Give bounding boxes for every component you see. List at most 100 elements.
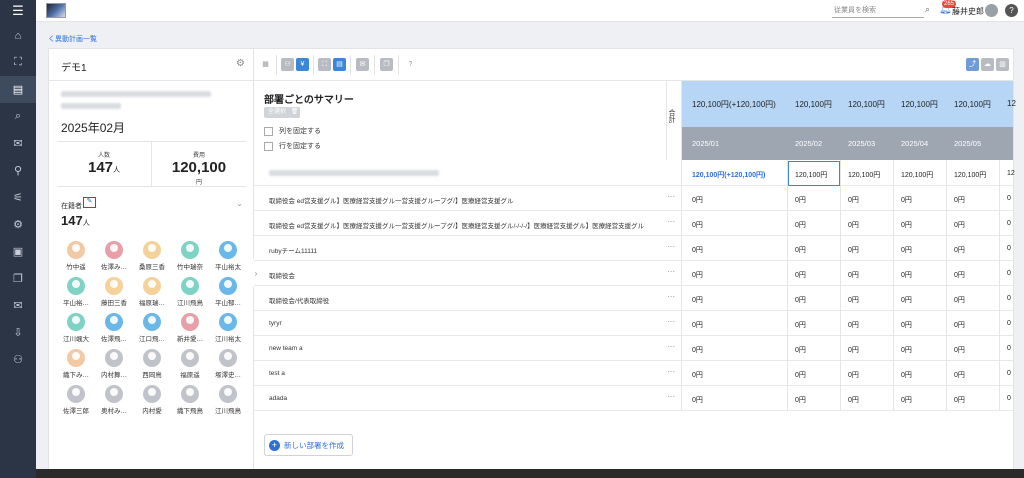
- cost-cell[interactable]: 0円: [692, 395, 703, 405]
- department-row[interactable]: 取締役会 ed営支援グル】医療経営支援グル一営支援グループグ/】医療経営支援グル…: [254, 211, 1013, 236]
- cost-cell[interactable]: 120,100円: [848, 170, 880, 180]
- person-card[interactable]: 江川颯大: [57, 313, 95, 343]
- cost-cell[interactable]: 0円: [795, 245, 806, 255]
- menu-icon[interactable]: ☰: [0, 0, 36, 22]
- cost-cell[interactable]: 0円: [954, 220, 965, 230]
- help-icon[interactable]: ?: [1005, 4, 1018, 17]
- cost-cell[interactable]: 0円: [795, 295, 806, 305]
- person-card[interactable]: 内村舞…: [95, 349, 133, 379]
- more-icon[interactable]: ⋯: [667, 317, 675, 326]
- select-all-button[interactable]: 全選択: [264, 107, 291, 118]
- book-icon[interactable]: ❐: [0, 265, 36, 292]
- person-card[interactable]: 藤田三香: [95, 277, 133, 307]
- yen-icon[interactable]: ¥: [296, 58, 309, 71]
- cost-cell[interactable]: 0円: [901, 295, 912, 305]
- cost-cell[interactable]: 0円: [901, 395, 912, 405]
- table-view-icon[interactable]: ▤: [333, 58, 346, 71]
- chart-icon[interactable]: ▥: [996, 58, 1009, 71]
- cost-cell[interactable]: 0: [1007, 345, 1011, 352]
- more-icon[interactable]: ⋯: [667, 392, 675, 401]
- cost-cell[interactable]: 0円: [901, 270, 912, 280]
- cost-cell[interactable]: 0円: [795, 345, 806, 355]
- person-card[interactable]: 福原遥: [171, 349, 209, 379]
- cost-cell[interactable]: 0円: [795, 270, 806, 280]
- person-card[interactable]: 佐澤三郎: [57, 385, 95, 415]
- fix-rows-checkbox[interactable]: 行を固定する: [264, 140, 321, 152]
- cost-cell[interactable]: 0: [1007, 195, 1011, 202]
- cost-cell[interactable]: 0円: [954, 395, 965, 405]
- cost-cell[interactable]: 0円: [795, 320, 806, 330]
- checkbox[interactable]: [264, 126, 273, 136]
- person-card[interactable]: 内村愛: [133, 385, 171, 415]
- person-card[interactable]: 江川裕太: [209, 313, 247, 343]
- department-row[interactable]: new team a ⋯ 0円 0円 0円 0円 0円 0: [254, 336, 1013, 361]
- user-avatar[interactable]: [985, 4, 998, 17]
- person-card[interactable]: 佐澤飛…: [95, 313, 133, 343]
- cost-cell[interactable]: 0円: [901, 320, 912, 330]
- person-card[interactable]: 奥村み…: [95, 385, 133, 415]
- cost-cell[interactable]: 0円: [901, 220, 912, 230]
- cost-cell[interactable]: 0円: [692, 270, 703, 280]
- cost-cell[interactable]: 0円: [901, 345, 912, 355]
- settings-icon[interactable]: ⚙: [0, 211, 36, 238]
- more-icon[interactable]: ⋯: [667, 367, 675, 376]
- edit-icon[interactable]: ✎: [83, 197, 96, 208]
- more-icon[interactable]: ⋯: [667, 267, 675, 276]
- cost-cell[interactable]: 0円: [848, 320, 859, 330]
- department-row[interactable]: tyryr ⋯ 0円 0円 0円 0円 0円 0: [254, 311, 1013, 336]
- department-row[interactable]: 120,100円(+120,100円) 120,100円 120,100円 120,1…: [254, 161, 1015, 186]
- calendar-icon[interactable]: ▦: [259, 58, 272, 71]
- chat-icon[interactable]: ✉: [0, 130, 36, 157]
- cost-cell[interactable]: 0: [1007, 295, 1011, 302]
- person-card[interactable]: 新井愛…: [171, 313, 209, 343]
- cost-cell[interactable]: 0: [1007, 395, 1011, 402]
- department-row[interactable]: 取締役会/代表取締役 ⋯ 0円 0円 0円 0円 0円 0: [254, 286, 1013, 311]
- cost-cell[interactable]: 0円: [848, 220, 859, 230]
- mail-icon[interactable]: ✉: [0, 292, 36, 319]
- person-card[interactable]: 塚澤史…: [209, 349, 247, 379]
- cost-cell[interactable]: 0円: [692, 370, 703, 380]
- person-card[interactable]: 桑原三香: [133, 241, 171, 271]
- more-icon[interactable]: ⋯: [667, 342, 675, 351]
- search-icon[interactable]: ⌕: [0, 103, 36, 130]
- person-card[interactable]: 平山郁…: [209, 277, 247, 307]
- copy-icon[interactable]: ❐: [380, 58, 393, 71]
- id-card-icon[interactable]: ▣: [0, 238, 36, 265]
- department-row[interactable]: test a ⋯ 0円 0円 0円 0円 0円 0: [254, 361, 1013, 386]
- cost-cell[interactable]: 0: [1007, 320, 1011, 327]
- cost-cell[interactable]: 0円: [901, 245, 912, 255]
- cost-cell[interactable]: 0円: [795, 195, 806, 205]
- analytics-icon[interactable]: ⚟: [0, 184, 36, 211]
- home-icon[interactable]: ⌂: [0, 22, 36, 49]
- more-icon[interactable]: ⋯: [667, 217, 675, 226]
- selected-cell[interactable]: [788, 161, 840, 186]
- chevron-down-icon[interactable]: ⌄: [236, 199, 243, 208]
- cost-cell[interactable]: 0円: [954, 295, 965, 305]
- cloud-icon[interactable]: ☁: [981, 58, 994, 71]
- create-department-button[interactable]: + 新しい部署を作成: [264, 434, 353, 456]
- share-icon[interactable]: ⤴: [966, 58, 979, 71]
- department-row[interactable]: adada ⋯ 0円 0円 0円 0円 0円 0: [254, 386, 1013, 411]
- person-card[interactable]: 江川飛鳥: [171, 277, 209, 307]
- department-row[interactable]: 取締役会 ⋯ 0円 0円 0円 0円 0円 0: [254, 261, 1013, 286]
- person-card[interactable]: 江川飛鳥: [209, 385, 247, 415]
- cost-cell[interactable]: 0: [1007, 220, 1011, 227]
- cost-cell[interactable]: 0円: [901, 195, 912, 205]
- cost-cell[interactable]: 0円: [692, 220, 703, 230]
- cost-cell[interactable]: 0円: [848, 245, 859, 255]
- employee-search-input[interactable]: 従業員を検索: [832, 4, 924, 18]
- person-card[interactable]: 竹中瑞奈: [171, 241, 209, 271]
- cost-cell[interactable]: 0円: [848, 345, 859, 355]
- more-icon[interactable]: ⋯: [667, 242, 675, 251]
- search-icon[interactable]: ⌕: [925, 4, 930, 15]
- cost-cell[interactable]: 0円: [954, 270, 965, 280]
- document-icon[interactable]: ▤: [0, 76, 36, 103]
- help-circle-icon[interactable]: ?: [404, 58, 417, 71]
- cost-cell[interactable]: 0円: [795, 395, 806, 405]
- cost-cell[interactable]: 0円: [954, 320, 965, 330]
- more-icon[interactable]: ⋯: [667, 192, 675, 201]
- cost-cell[interactable]: 0円: [954, 195, 965, 205]
- gear-icon[interactable]: ⚙: [236, 58, 245, 69]
- cost-cell[interactable]: 0円: [692, 245, 703, 255]
- person-card[interactable]: 福原瑞…: [133, 277, 171, 307]
